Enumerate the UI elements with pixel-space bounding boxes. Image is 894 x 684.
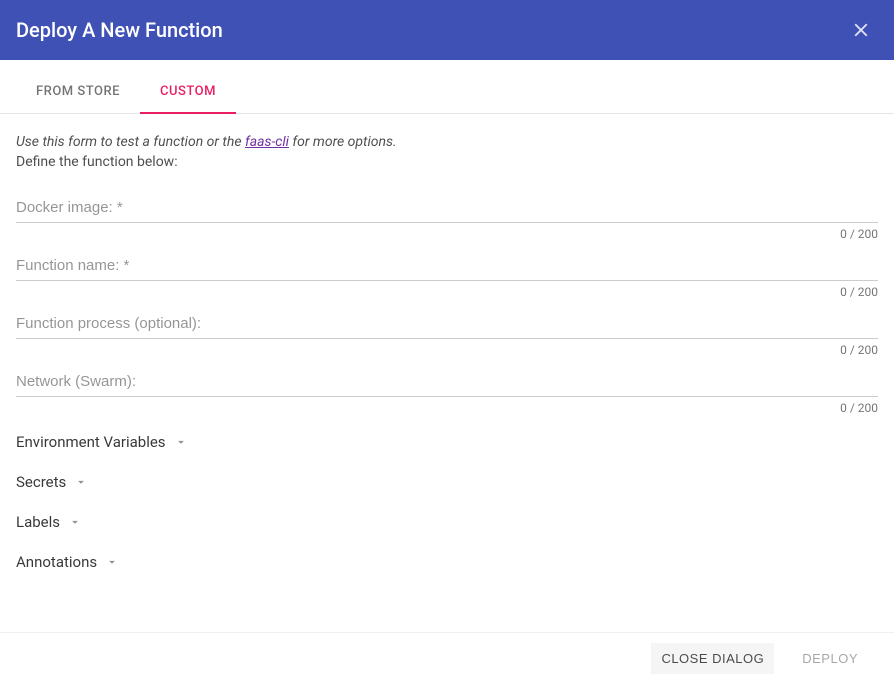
deploy-button[interactable]: DEPLOY [792,643,868,674]
network-counter: 0 / 200 [16,401,878,415]
tabs: FROM STORE CUSTOM [0,70,894,114]
expander-labels-label: Labels [16,513,60,531]
network-input[interactable] [16,367,878,397]
expander-secrets-label: Secrets [16,473,66,491]
dialog-title: Deploy A New Function [16,18,223,42]
expander-secrets[interactable]: Secrets [16,465,878,499]
chevron-down-icon [105,555,119,569]
chevron-down-icon [68,515,82,529]
intro-line1-suffix: for more options. [289,134,397,150]
chevron-down-icon [74,475,88,489]
field-function-process [16,309,878,339]
faas-cli-link[interactable]: faas-cli [245,134,289,150]
function-process-input[interactable] [16,309,878,339]
close-icon[interactable] [850,19,872,41]
dialog-content-scroll[interactable]: FROM STORE CUSTOM Use this form to test … [0,60,894,632]
docker-image-input[interactable] [16,193,878,223]
intro-line2: Define the function below: [16,152,878,172]
tab-from-store[interactable]: FROM STORE [16,70,140,113]
expander-env-vars-label: Environment Variables [16,433,166,451]
field-function-name [16,251,878,281]
expander-env-vars[interactable]: Environment Variables [16,425,878,459]
field-network [16,367,878,397]
field-docker-image [16,193,878,223]
expander-labels[interactable]: Labels [16,505,878,539]
intro-line1-prefix: Use this form to test a function or the [16,134,245,150]
dialog-header: Deploy A New Function [0,0,894,60]
expander-annotations-label: Annotations [16,553,97,571]
chevron-down-icon [174,435,188,449]
function-name-counter: 0 / 200 [16,285,878,299]
expander-annotations[interactable]: Annotations [16,545,878,579]
dialog-content: FROM STORE CUSTOM Use this form to test … [0,60,894,625]
close-dialog-button[interactable]: CLOSE DIALOG [651,643,774,674]
function-process-counter: 0 / 200 [16,343,878,357]
intro-text: Use this form to test a function or the … [16,132,878,173]
dialog-footer: CLOSE DIALOG DEPLOY [0,632,894,684]
tab-custom[interactable]: CUSTOM [140,70,236,113]
docker-image-counter: 0 / 200 [16,227,878,241]
function-name-input[interactable] [16,251,878,281]
